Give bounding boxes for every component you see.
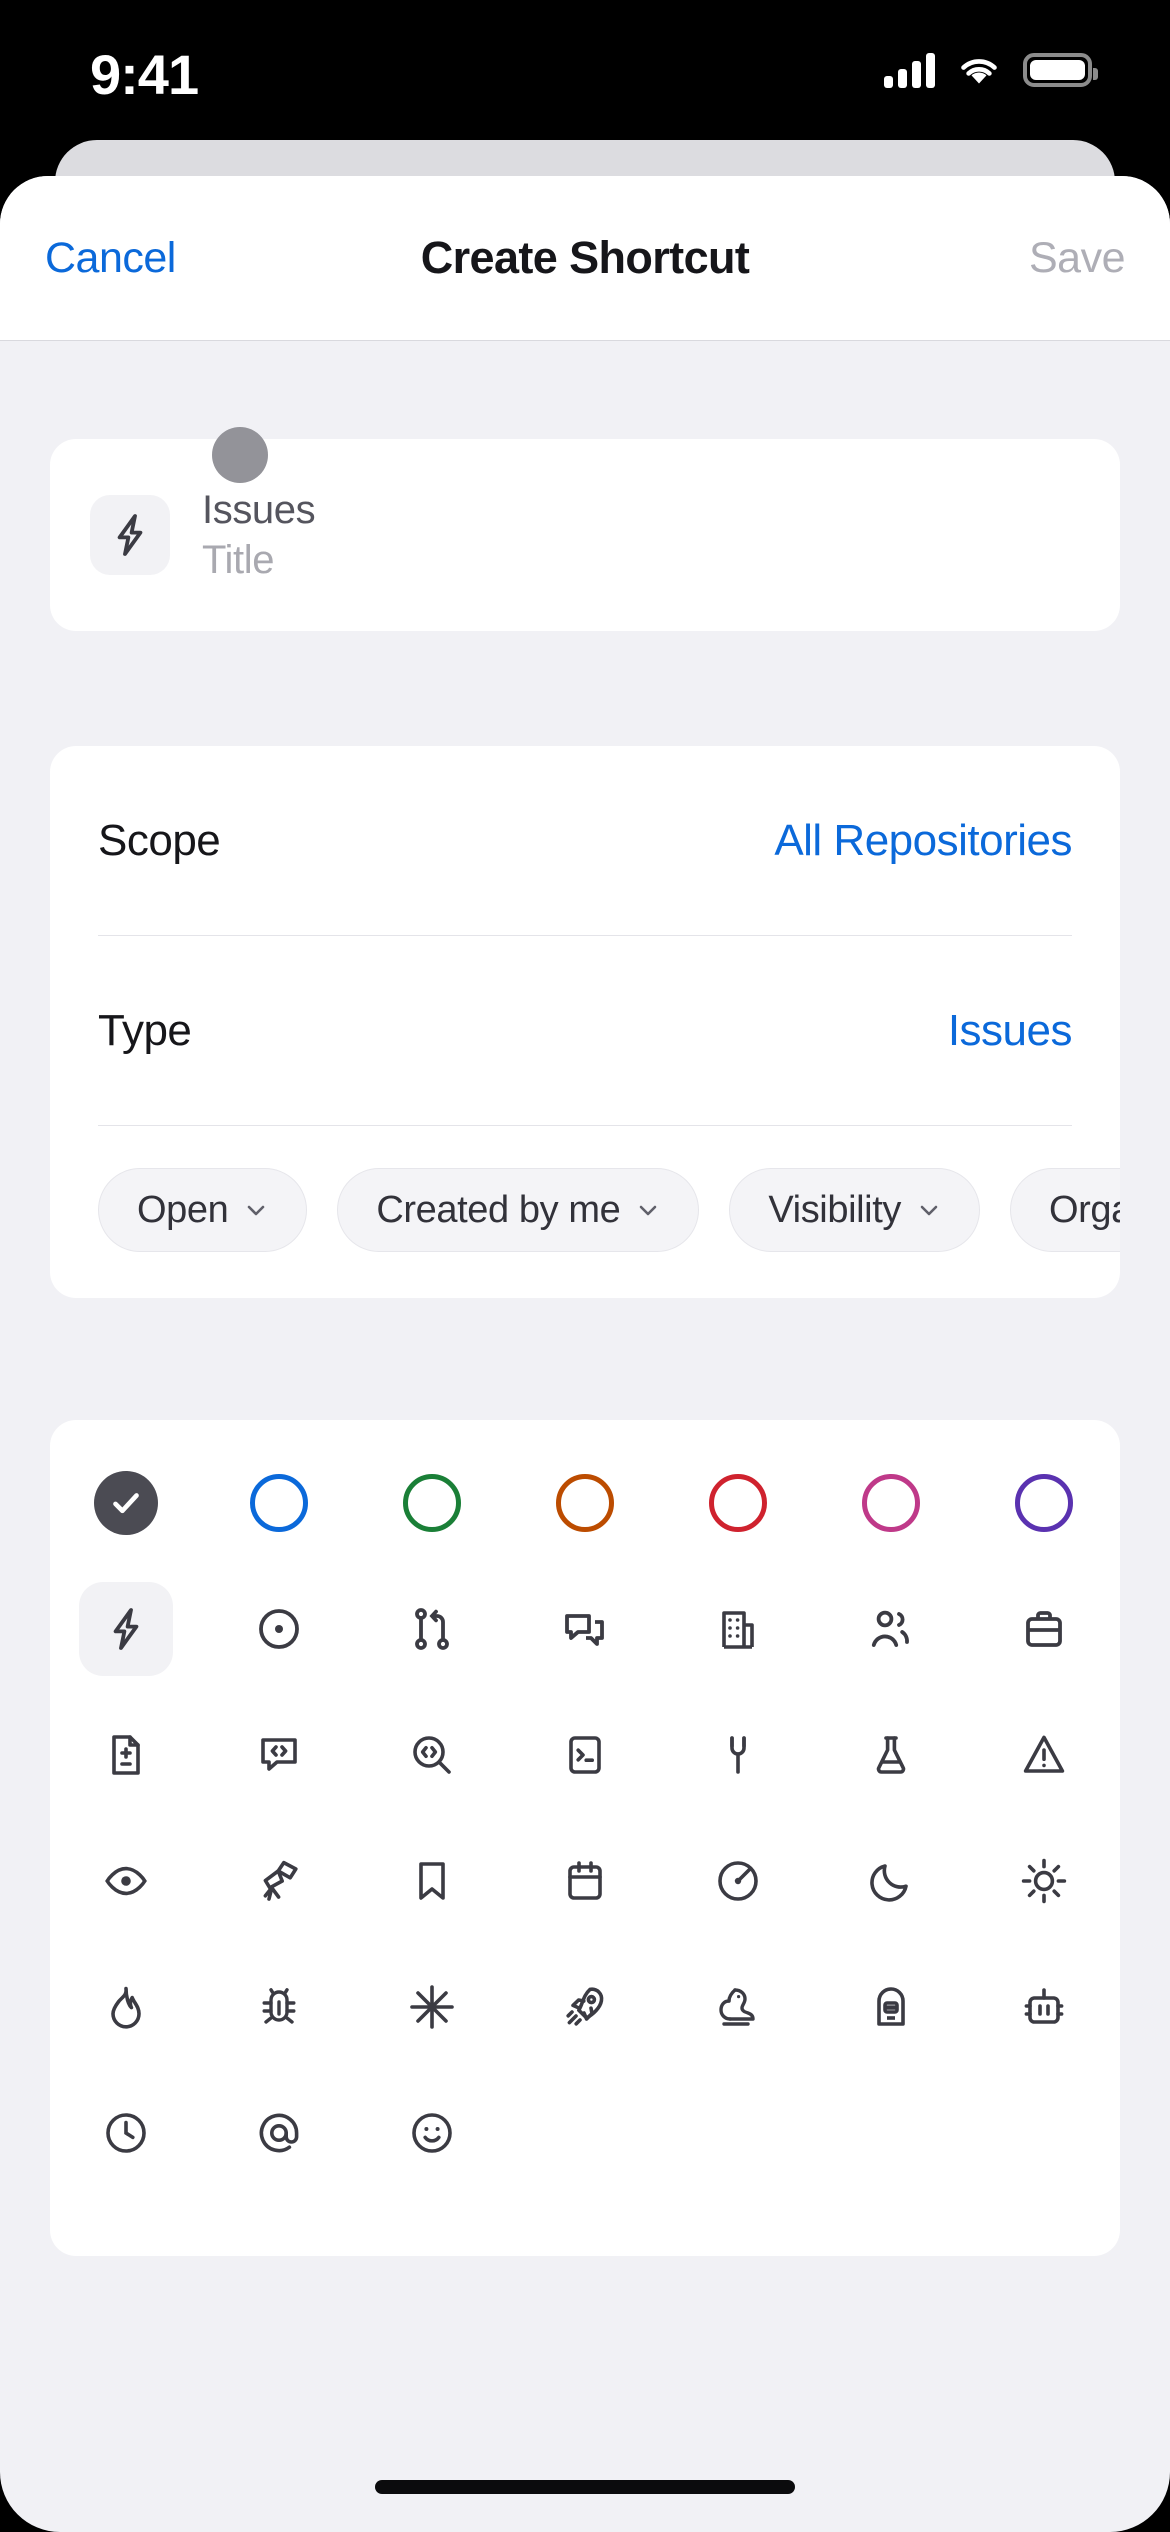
filter-chip-open-label: Open <box>137 1188 229 1231</box>
status-bar-indicators <box>884 52 1098 88</box>
icon-option-code-review[interactable] <box>232 1708 326 1802</box>
type-row[interactable]: Type Issues <box>98 936 1073 1126</box>
phone-screen: 9:41 Cancel Create Shortcut Save Issues … <box>0 0 1170 2532</box>
scope-row[interactable]: Scope All Repositories <box>98 746 1072 936</box>
filter-chip-organization[interactable]: Organ <box>1009 1168 1120 1252</box>
icon-option-beaker[interactable] <box>844 1708 938 1802</box>
icon-option-telescope[interactable] <box>232 1834 326 1928</box>
battery-full-icon <box>1023 53 1098 87</box>
icon-option-hubot[interactable] <box>844 1960 938 2054</box>
navigation-bar: Cancel Create Shortcut Save <box>0 176 1170 341</box>
type-value[interactable]: Issues <box>948 1006 1073 1056</box>
icon-option-git-pull-request[interactable] <box>385 1582 479 1676</box>
icon-row-2[interactable] <box>50 1708 1120 1802</box>
icon-option-zap[interactable] <box>79 1582 174 1676</box>
icon-option-issue-opened[interactable] <box>232 1582 326 1676</box>
icon-option-squirrel[interactable] <box>691 1960 785 2054</box>
preview-zap-icon <box>90 495 170 575</box>
color-swatch-orange[interactable] <box>538 1456 632 1550</box>
icon-option-file-diff[interactable] <box>79 1708 173 1802</box>
color-swatch-purple[interactable] <box>997 1456 1091 1550</box>
color-swatch-blue[interactable] <box>232 1456 326 1550</box>
preview-name-label: Issues <box>202 488 316 532</box>
wifi-icon <box>961 59 997 84</box>
color-swatch-pink[interactable] <box>844 1456 938 1550</box>
shortcut-settings-card: Scope All Repositories Type Issues Open … <box>50 746 1120 1298</box>
color-swatch-red[interactable] <box>691 1456 785 1550</box>
icon-option-mention[interactable] <box>232 2086 326 2180</box>
chevron-down-icon <box>640 1205 657 1216</box>
icon-option-smiley[interactable] <box>385 2086 479 2180</box>
icon-option-bookmark[interactable] <box>385 1834 479 1928</box>
filter-chips-row[interactable]: Open Created by me Visibility Organ <box>50 1126 1120 1298</box>
icon-option-dashboard[interactable] <box>691 1834 785 1928</box>
icon-option-bug[interactable] <box>232 1960 326 2054</box>
chevron-down-icon <box>248 1205 265 1216</box>
icon-option-code-search[interactable] <box>385 1708 479 1802</box>
home-indicator <box>375 2480 795 2494</box>
filter-chip-visibility-label: Visibility <box>768 1188 901 1231</box>
icon-picker-card <box>50 1420 1120 2256</box>
save-button[interactable]: Save <box>1029 234 1126 283</box>
touch-indicator <box>212 427 268 483</box>
shortcut-preview-card[interactable]: Issues Title <box>50 427 1120 631</box>
icon-option-people[interactable] <box>844 1582 938 1676</box>
filter-chip-created-by-me[interactable]: Created by me <box>337 1168 700 1252</box>
icon-option-moon[interactable] <box>844 1834 938 1928</box>
scope-value[interactable]: All Repositories <box>774 816 1072 866</box>
icon-row-4[interactable] <box>50 1960 1120 2054</box>
icon-option-organization[interactable] <box>691 1582 785 1676</box>
status-bar-time: 9:41 <box>90 43 199 106</box>
filter-chip-open[interactable]: Open <box>98 1168 308 1252</box>
icon-row-5[interactable] <box>50 2086 1120 2180</box>
type-label: Type <box>98 1005 192 1055</box>
icon-option-rocket[interactable] <box>538 1960 632 2054</box>
icon-option-flame[interactable] <box>79 1960 173 2054</box>
cancel-button[interactable]: Cancel <box>45 234 176 283</box>
icon-option-briefcase[interactable] <box>997 1582 1091 1676</box>
scope-label: Scope <box>98 815 221 865</box>
filter-chip-created-by-me-label: Created by me <box>376 1188 621 1231</box>
icon-option-tools[interactable] <box>691 1708 785 1802</box>
icon-option-alert[interactable] <box>997 1708 1091 1802</box>
icon-option-clock[interactable] <box>79 2086 173 2180</box>
icon-option-sun[interactable] <box>997 1834 1091 1928</box>
icon-option-eye[interactable] <box>79 1834 173 1928</box>
icon-row-3[interactable] <box>50 1834 1120 1928</box>
icon-option-comment-discussion[interactable] <box>538 1582 632 1676</box>
icon-option-north-star[interactable] <box>385 1960 479 2054</box>
icon-option-calendar[interactable] <box>538 1834 632 1928</box>
cellular-signal-icon <box>884 52 935 88</box>
status-bar: 9:41 <box>0 0 1170 150</box>
create-shortcut-sheet: Cancel Create Shortcut Save Issues Title <box>0 176 1170 2532</box>
icon-option-terminal[interactable] <box>538 1708 632 1802</box>
icon-row-1[interactable] <box>50 1582 1120 1676</box>
color-swatch-gray[interactable] <box>79 1456 173 1550</box>
check-icon <box>94 1471 159 1535</box>
chevron-down-icon <box>920 1205 938 1216</box>
filter-chip-visibility[interactable]: Visibility <box>729 1168 980 1252</box>
color-swatch-green[interactable] <box>385 1456 479 1550</box>
icon-option-copilot[interactable] <box>997 1960 1091 2054</box>
filter-chip-organization-label: Organ <box>1048 1188 1120 1231</box>
color-swatch-row[interactable] <box>50 1456 1120 1550</box>
preview-title-placeholder: Title <box>202 538 275 582</box>
